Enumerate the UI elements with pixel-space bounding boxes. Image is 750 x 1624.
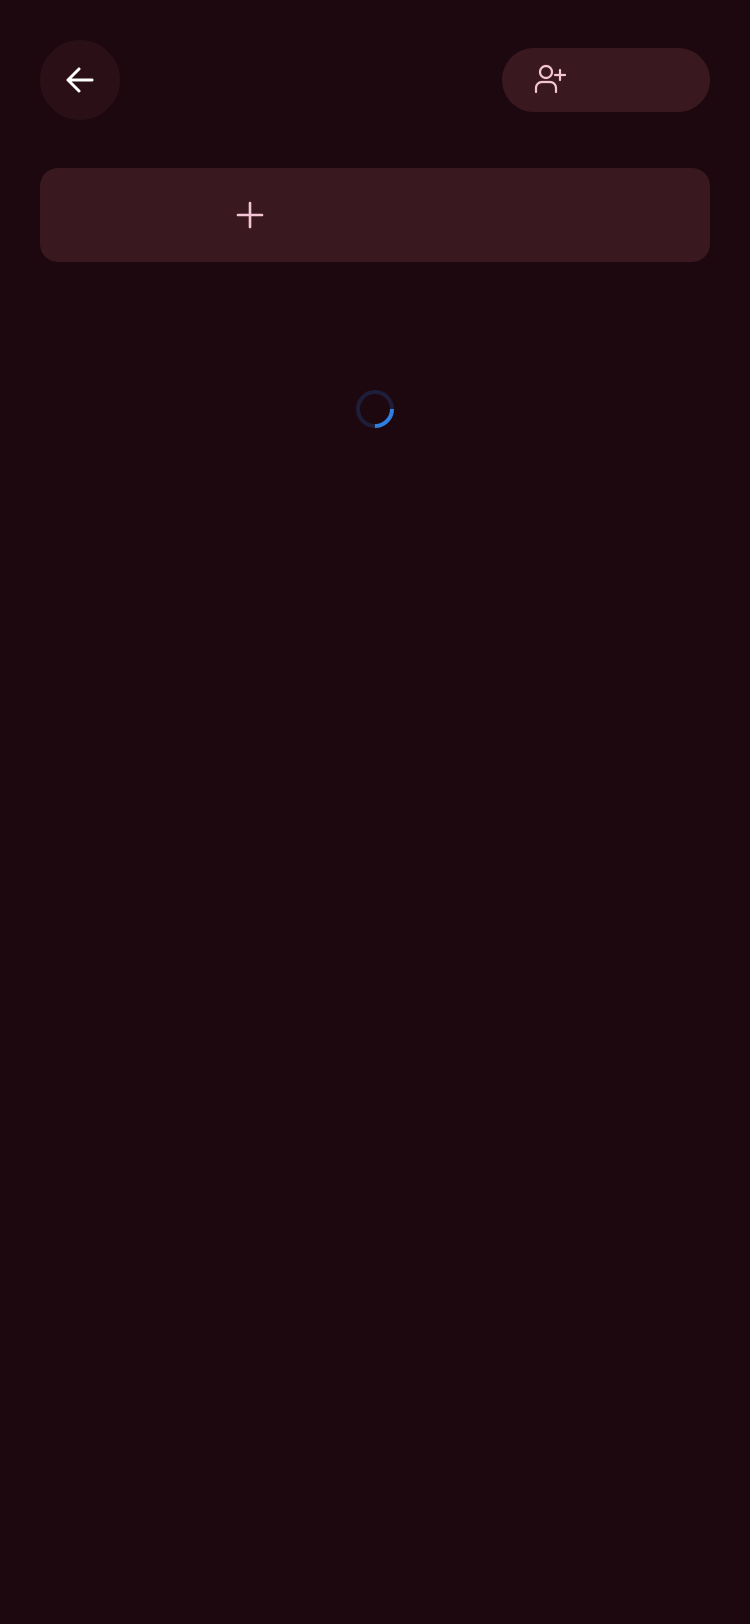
add-item-card[interactable]	[40, 168, 710, 262]
user-plus-icon	[534, 64, 566, 96]
arrow-left-icon	[64, 64, 96, 96]
plus-icon	[236, 201, 264, 229]
invite-member-button[interactable]	[502, 48, 710, 112]
loading-spinner	[355, 389, 395, 429]
back-button[interactable]	[40, 40, 120, 120]
